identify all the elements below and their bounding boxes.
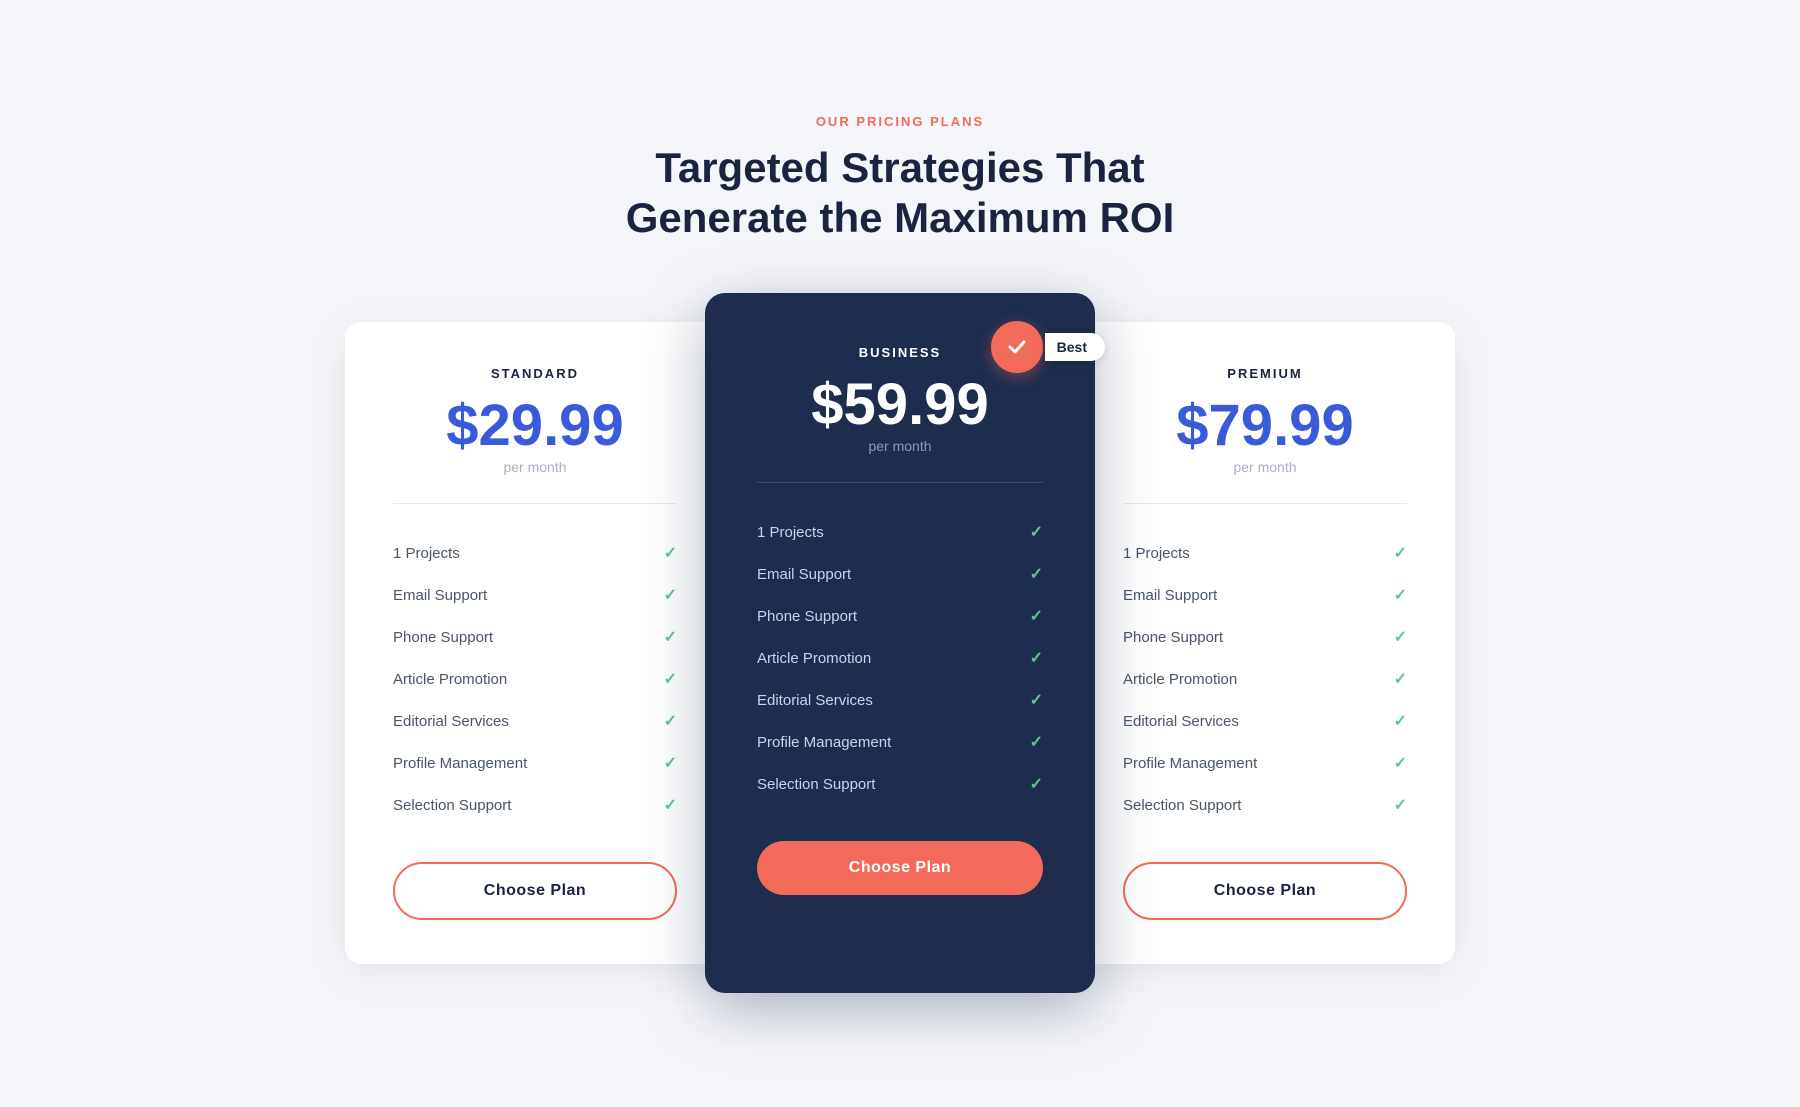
feature-label: Profile Management	[757, 734, 891, 751]
feature-label: Selection Support	[1123, 797, 1241, 814]
feature-item: Phone Support ✓	[1123, 616, 1407, 658]
check-icon: ✓	[664, 543, 677, 563]
check-icon: ✓	[664, 795, 677, 815]
feature-label: Profile Management	[393, 755, 527, 772]
feature-label: Phone Support	[757, 608, 857, 625]
feature-label: Editorial Services	[1123, 713, 1239, 730]
checkmark-icon	[1005, 335, 1029, 359]
plan-period-business: per month	[757, 438, 1043, 454]
feature-item: Email Support ✓	[393, 574, 677, 616]
check-icon: ✓	[1394, 669, 1407, 689]
check-icon: ✓	[1394, 753, 1407, 773]
plan-price-standard: $29.99	[393, 397, 677, 455]
check-icon: ✓	[1394, 795, 1407, 815]
best-badge: Best	[991, 321, 1105, 373]
feature-label: 1 Projects	[1123, 545, 1190, 562]
check-icon: ✓	[1030, 606, 1043, 626]
pricing-subtitle: OUR PRICING PLANS	[626, 114, 1174, 129]
plan-name-standard: STANDARD	[393, 366, 677, 381]
plan-divider-premium	[1123, 503, 1407, 504]
check-icon: ✓	[1394, 627, 1407, 647]
feature-label: Email Support	[393, 587, 487, 604]
feature-label: Selection Support	[757, 776, 875, 793]
feature-item: 1 Projects ✓	[757, 511, 1043, 553]
plan-divider-standard	[393, 503, 677, 504]
title-line2: Generate the Maximum ROI	[626, 194, 1174, 241]
feature-item: Profile Management ✓	[757, 721, 1043, 763]
check-icon: ✓	[664, 753, 677, 773]
feature-label: Email Support	[1123, 587, 1217, 604]
feature-item: 1 Projects ✓	[393, 532, 677, 574]
feature-list-business: 1 Projects ✓ Email Support ✓ Phone Suppo…	[757, 511, 1043, 805]
check-icon: ✓	[1394, 711, 1407, 731]
feature-item: Editorial Services ✓	[1123, 700, 1407, 742]
feature-item: Phone Support ✓	[393, 616, 677, 658]
check-icon: ✓	[1030, 522, 1043, 542]
feature-item: Email Support ✓	[757, 553, 1043, 595]
plans-container: STANDARD $29.99 per month 1 Projects ✓ E…	[345, 293, 1455, 993]
plan-price-premium: $79.99	[1123, 397, 1407, 455]
best-circle-icon	[991, 321, 1043, 373]
check-icon: ✓	[1394, 543, 1407, 563]
check-icon: ✓	[1030, 564, 1043, 584]
feature-label: 1 Projects	[757, 524, 824, 541]
check-icon: ✓	[1030, 732, 1043, 752]
plan-period-premium: per month	[1123, 459, 1407, 475]
feature-item: Article Promotion ✓	[393, 658, 677, 700]
check-icon: ✓	[1030, 648, 1043, 668]
feature-label: Profile Management	[1123, 755, 1257, 772]
feature-item: Editorial Services ✓	[757, 679, 1043, 721]
feature-list-standard: 1 Projects ✓ Email Support ✓ Phone Suppo…	[393, 532, 677, 826]
feature-label: Article Promotion	[1123, 671, 1237, 688]
feature-label: Phone Support	[393, 629, 493, 646]
check-icon: ✓	[664, 585, 677, 605]
check-icon: ✓	[1030, 690, 1043, 710]
feature-label: Article Promotion	[757, 650, 871, 667]
feature-label: Editorial Services	[393, 713, 509, 730]
title-line1: Targeted Strategies That	[655, 144, 1144, 191]
plan-name-premium: PREMIUM	[1123, 366, 1407, 381]
plan-card-business: Best BUSINESS $59.99 per month 1 Project…	[705, 293, 1095, 993]
check-icon: ✓	[664, 669, 677, 689]
feature-item: Editorial Services ✓	[393, 700, 677, 742]
feature-label: Selection Support	[393, 797, 511, 814]
feature-item: Selection Support ✓	[757, 763, 1043, 805]
feature-label: Phone Support	[1123, 629, 1223, 646]
check-icon: ✓	[664, 627, 677, 647]
page-header: OUR PRICING PLANS Targeted Strategies Th…	[626, 114, 1174, 244]
feature-item: Article Promotion ✓	[1123, 658, 1407, 700]
check-icon: ✓	[1394, 585, 1407, 605]
feature-item: Selection Support ✓	[393, 784, 677, 826]
feature-item: Profile Management ✓	[393, 742, 677, 784]
pricing-title: Targeted Strategies That Generate the Ma…	[626, 143, 1174, 244]
feature-item: Article Promotion ✓	[757, 637, 1043, 679]
feature-item: Email Support ✓	[1123, 574, 1407, 616]
choose-plan-button-premium[interactable]: Choose Plan	[1123, 862, 1407, 920]
check-icon: ✓	[1030, 774, 1043, 794]
feature-item: Phone Support ✓	[757, 595, 1043, 637]
check-icon: ✓	[664, 711, 677, 731]
best-label: Best	[1045, 333, 1105, 361]
feature-label: Editorial Services	[757, 692, 873, 709]
feature-label: Email Support	[757, 566, 851, 583]
plan-price-business: $59.99	[757, 376, 1043, 434]
plan-period-standard: per month	[393, 459, 677, 475]
feature-item: 1 Projects ✓	[1123, 532, 1407, 574]
choose-plan-button-business[interactable]: Choose Plan	[757, 841, 1043, 895]
plan-divider-business	[757, 482, 1043, 483]
feature-item: Selection Support ✓	[1123, 784, 1407, 826]
feature-list-premium: 1 Projects ✓ Email Support ✓ Phone Suppo…	[1123, 532, 1407, 826]
feature-item: Profile Management ✓	[1123, 742, 1407, 784]
plan-card-standard: STANDARD $29.99 per month 1 Projects ✓ E…	[345, 322, 725, 964]
feature-label: Article Promotion	[393, 671, 507, 688]
plan-card-premium: PREMIUM $79.99 per month 1 Projects ✓ Em…	[1075, 322, 1455, 964]
feature-label: 1 Projects	[393, 545, 460, 562]
choose-plan-button-standard[interactable]: Choose Plan	[393, 862, 677, 920]
